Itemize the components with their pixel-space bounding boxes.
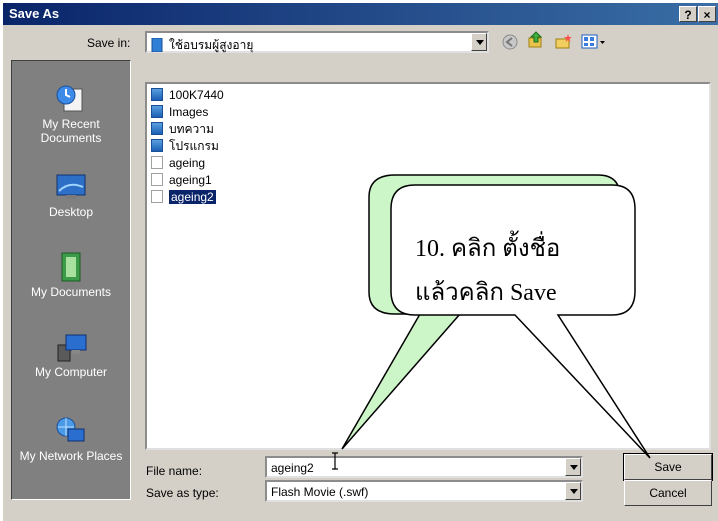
- place-recent-documents[interactable]: My Recent Documents: [12, 83, 130, 145]
- folder-icon: [151, 88, 163, 101]
- place-label: My Recent Documents: [40, 117, 102, 145]
- file-icon: [151, 190, 163, 203]
- place-label: My Computer: [34, 365, 108, 379]
- up-folder-icon[interactable]: [527, 31, 545, 49]
- save-as-type-dropdown[interactable]: Flash Movie (.swf): [265, 480, 583, 502]
- file-name: Images: [169, 105, 209, 119]
- folder-icon: [151, 139, 163, 152]
- window-title: Save As: [9, 6, 60, 21]
- file-name: ageing2: [169, 190, 216, 204]
- file-name-label: File name:: [146, 464, 203, 478]
- views-menu-icon[interactable]: [581, 33, 607, 51]
- file-icon: [151, 156, 163, 169]
- list-item[interactable]: ageing: [151, 156, 205, 171]
- list-item[interactable]: บทความ: [151, 122, 214, 137]
- folder-icon: [151, 37, 163, 53]
- back-icon[interactable]: [501, 33, 519, 51]
- place-label: My Network Places: [19, 449, 123, 463]
- save-as-type-value: Flash Movie (.swf): [271, 485, 369, 499]
- file-name-value: ageing2: [271, 461, 314, 475]
- title-bar[interactable]: Save As ? ×: [3, 3, 718, 25]
- recent-documents-icon: [56, 85, 83, 112]
- save-in-dropdown-arrow[interactable]: [471, 33, 487, 51]
- file-name: ageing1: [169, 173, 212, 187]
- file-name: โปรแกรม: [169, 139, 219, 153]
- place-my-documents[interactable]: My Documents: [12, 251, 130, 299]
- file-name-dropdown-arrow[interactable]: [565, 458, 581, 476]
- file-name: บทความ: [169, 122, 214, 136]
- file-name: ageing: [169, 156, 206, 170]
- list-item[interactable]: โปรแกรม: [151, 139, 219, 154]
- place-my-computer[interactable]: My Computer: [12, 331, 130, 379]
- file-icon: [151, 173, 163, 186]
- new-folder-icon[interactable]: [555, 33, 573, 51]
- callout-line-1: 10. คลิก ตั้งชื่อ: [415, 236, 561, 262]
- help-button[interactable]: ?: [679, 6, 697, 22]
- file-name: 100K7440: [169, 88, 224, 102]
- places-bar: My Recent Documents Desktop My Documents…: [11, 60, 131, 500]
- callout-line-2: แล้วคลิก Save: [415, 280, 557, 306]
- list-item[interactable]: 100K7440: [151, 88, 224, 103]
- place-desktop[interactable]: Desktop: [12, 171, 130, 219]
- folder-icon: [151, 105, 163, 118]
- save-as-type-label: Save as type:: [146, 486, 219, 500]
- close-button[interactable]: ×: [698, 6, 716, 22]
- place-network-places[interactable]: My Network Places: [12, 415, 130, 463]
- save-as-dialog: Save As ? × Save in: ใช้อบรมผู้สูงอายุ M…: [3, 3, 718, 521]
- save-as-type-dropdown-arrow[interactable]: [565, 482, 581, 500]
- my-computer-icon: [57, 334, 87, 362]
- network-places-icon: [56, 417, 85, 442]
- save-in-value-wrap: ใช้อบรมผู้สูงอายุ: [151, 36, 253, 55]
- place-label: Desktop: [48, 205, 94, 219]
- my-documents-icon: [61, 252, 81, 282]
- save-in-value: ใช้อบรมผู้สูงอายุ: [169, 38, 254, 52]
- list-item-selected[interactable]: ageing2: [151, 190, 216, 205]
- save-in-dropdown[interactable]: ใช้อบรมผู้สูงอายุ: [145, 31, 489, 53]
- folder-icon: [151, 122, 163, 135]
- place-label: My Documents: [30, 285, 112, 299]
- list-item[interactable]: Images: [151, 105, 208, 120]
- desktop-icon: [56, 174, 86, 199]
- save-button[interactable]: Save: [623, 453, 713, 481]
- file-name-field[interactable]: ageing2: [265, 456, 583, 478]
- list-item[interactable]: ageing1: [151, 173, 212, 188]
- save-in-label: Save in:: [87, 36, 131, 50]
- cancel-button[interactable]: Cancel: [624, 480, 712, 506]
- text-cursor-icon: [332, 452, 338, 470]
